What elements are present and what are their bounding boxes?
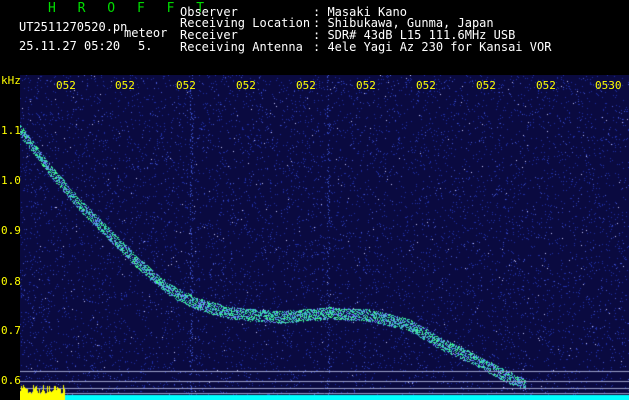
y-tick-label: 1.0 xyxy=(1,174,21,187)
y-axis-unit: kHz xyxy=(1,74,21,87)
y-tick-label: 0.6 xyxy=(1,374,21,387)
x-tick-label: 052 xyxy=(115,79,135,92)
spectrogram-plot xyxy=(20,75,629,400)
x-tick-label: 052 xyxy=(56,79,76,92)
field-label-antenna: Receiving Antenna xyxy=(180,40,303,54)
image-filename: UT2511270520.pn xyxy=(19,20,128,34)
x-tick-label: 052 xyxy=(416,79,436,92)
y-tick-label: 1.1 xyxy=(1,124,21,137)
channel-label: meteor xyxy=(124,26,168,40)
x-tick-label: 052 xyxy=(176,79,196,92)
x-tick-label: 052 xyxy=(356,79,376,92)
field-value-antenna: : 4ele Yagi Az 230 for Kansai VOR xyxy=(313,40,552,54)
x-tick-label: 052 xyxy=(236,79,256,92)
x-tick-label: 052 xyxy=(476,79,496,92)
y-tick-label: 0.8 xyxy=(1,275,21,288)
y-tick-label: 0.7 xyxy=(1,324,21,337)
x-tick-label: 052 xyxy=(536,79,556,92)
interval-label: 5. xyxy=(138,39,153,53)
timestamp: 25.11.27 05:20 xyxy=(19,39,121,53)
y-tick-label: 0.9 xyxy=(1,224,21,237)
x-tick-label: 0530 xyxy=(595,79,622,92)
header-panel: H R O F F T UT2511270520.pn meteor 25.11… xyxy=(0,0,629,75)
x-tick-label: 052 xyxy=(296,79,316,92)
